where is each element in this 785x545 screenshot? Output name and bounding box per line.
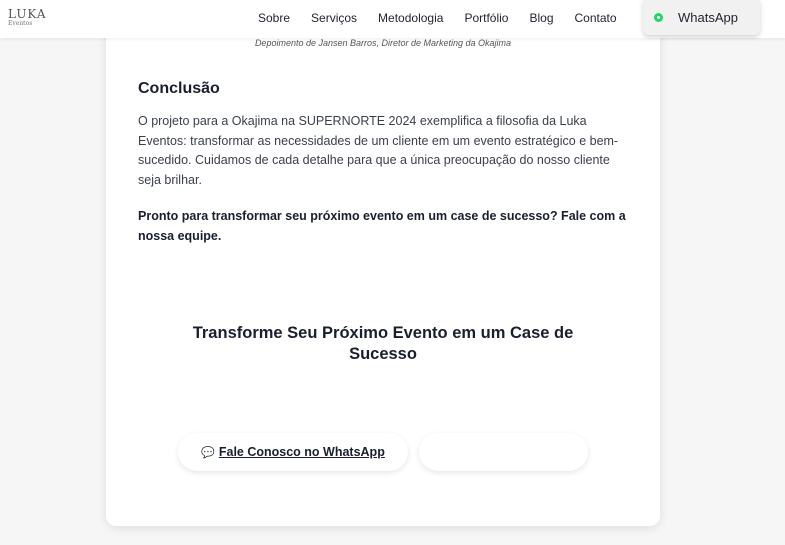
whatsapp-contact-label: Fale Conosco no WhatsApp [218, 445, 385, 459]
whatsapp-header-label: WhatsApp [678, 10, 738, 25]
conclusion-paragraph: O projeto para a Okajima na SUPERNORTE 2… [138, 114, 619, 188]
whatsapp-header-button[interactable]: WhatsApp [643, 0, 760, 35]
cta-paragraph: Pronto para transformar seu próximo even… [138, 209, 626, 243]
whatsapp-contact-button[interactable]: 💬 Fale Conosco no WhatsApp [178, 433, 408, 471]
nav-link-servicos[interactable]: Serviços [311, 11, 357, 25]
nav-link-metodologia[interactable]: Metodologia [378, 11, 443, 25]
nav-link-contato[interactable]: Contato [575, 11, 617, 25]
logo[interactable]: LUKA Eventos [8, 8, 47, 27]
logo-text: LUKA [8, 7, 47, 21]
site-header: LUKA Eventos Sobre Serviços Metodologia … [0, 0, 785, 38]
whatsapp-icon [654, 13, 663, 22]
testimonial-attribution: Depoimento de Jansen Barros, Diretor de … [254, 38, 512, 48]
secondary-cta-button[interactable] [419, 433, 588, 471]
nav-link-blog[interactable]: Blog [529, 11, 553, 25]
nav-link-sobre[interactable]: Sobre [258, 11, 290, 25]
cta-section-title: Transforme Seu Próximo Evento em um Case… [192, 324, 574, 363]
chat-bubble-icon: 💬 [201, 446, 215, 459]
logo-subtext: Eventos [8, 20, 33, 27]
main-nav: Sobre Serviços Metodologia Portfólio Blo… [258, 0, 638, 36]
article-card: Depoimento de Jansen Barros, Diretor de … [106, 20, 660, 526]
nav-link-portfolio[interactable]: Portfólio [464, 11, 508, 25]
conclusion-heading: Conclusão [138, 80, 220, 97]
